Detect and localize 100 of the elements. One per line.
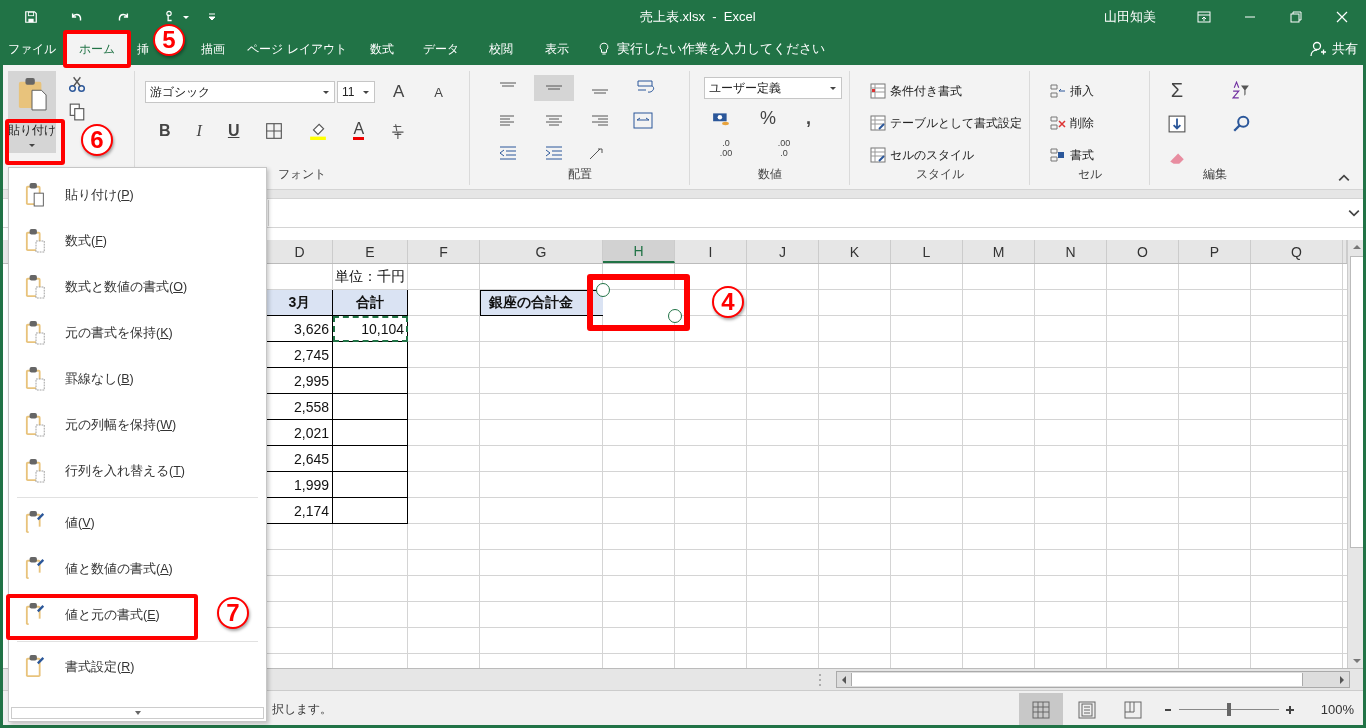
column-header[interactable]: K (819, 240, 891, 263)
empty-cell (1107, 446, 1179, 472)
increase-decimal-button[interactable]: .0 .00 (712, 138, 740, 158)
column-header[interactable]: M (963, 240, 1035, 263)
menu-item[interactable]: 数式(F) (65, 232, 107, 250)
autosum-button[interactable]: Σ (1168, 78, 1186, 102)
column-header[interactable]: J (747, 240, 819, 263)
shrink-font-button[interactable]: A (434, 84, 443, 100)
fill-color-icon[interactable] (309, 121, 328, 140)
caret-icon[interactable] (133, 710, 142, 716)
cells-icon (1050, 147, 1066, 163)
copy-icon[interactable] (68, 103, 86, 121)
ribbon-tab[interactable]: ファイル (0, 33, 64, 65)
save-icon[interactable] (24, 9, 38, 24)
empty-cell (1035, 290, 1107, 316)
restore-icon[interactable] (1288, 8, 1304, 25)
menu-item[interactable]: 値と数値の書式(A) (65, 560, 173, 578)
empty-cell (891, 602, 963, 628)
column-header[interactable]: I (675, 240, 747, 263)
caret-icon[interactable] (362, 88, 370, 96)
font-color-button[interactable]: A (353, 121, 365, 140)
font-name-field[interactable]: 游ゴシック (145, 81, 335, 103)
column-header[interactable]: Q (1251, 240, 1343, 263)
borders-icon[interactable] (265, 121, 284, 140)
menu-item[interactable]: 書式設定(R) (65, 658, 135, 676)
ribbon-tab[interactable]: 表示 (533, 33, 581, 65)
empty-cell (747, 446, 819, 472)
cells-button[interactable]: 削除 (1050, 111, 1149, 135)
menu-item[interactable]: 値(V) (65, 514, 95, 532)
menu-item[interactable]: 値と元の書式(E) (65, 606, 160, 624)
selection-handle[interactable] (668, 309, 682, 323)
paste-icon[interactable] (8, 71, 56, 117)
ribbon-tab[interactable]: ページ レイアウト (246, 33, 348, 65)
slider-thumb[interactable] (1226, 702, 1231, 716)
caret-icon[interactable] (322, 88, 330, 96)
empty-cell (891, 472, 963, 498)
menu-item[interactable]: 罫線なし(B) (65, 370, 134, 388)
view-button[interactable] (1018, 692, 1063, 727)
fill-down-icon[interactable] (1168, 115, 1186, 133)
column-header[interactable]: E (333, 240, 408, 263)
styles-button[interactable]: セルのスタイル (870, 143, 1029, 167)
comma-button[interactable]: , (806, 108, 812, 129)
clipboard-icon (25, 654, 47, 680)
empty-cell (675, 602, 747, 628)
empty-cell (408, 316, 480, 342)
collapse-ribbon-icon[interactable] (1338, 173, 1350, 183)
menu-item[interactable]: 元の列幅を保持(W) (65, 416, 177, 434)
user-name[interactable]: 山田知美 (1104, 7, 1156, 26)
empty-cell (963, 524, 1035, 550)
ribbon-tab[interactable]: データ (413, 33, 469, 65)
cells-button[interactable]: 書式 (1050, 143, 1149, 167)
zoom-level[interactable]: 100% (1320, 702, 1354, 717)
caret-icon[interactable] (829, 84, 837, 92)
bold-button[interactable]: B (159, 121, 171, 140)
clipboard-icon (25, 458, 47, 484)
decrease-decimal-button[interactable]: .00 .0 (770, 138, 798, 158)
grow-font-button[interactable]: A (393, 82, 405, 102)
column-header[interactable]: L (891, 240, 963, 263)
menu-scroll-bar[interactable] (11, 707, 264, 719)
cells-button[interactable]: 挿入 (1050, 79, 1149, 103)
tell-me-field[interactable]: 実行したい作業を入力してください (599, 33, 859, 65)
horizontal-scrollbar[interactable] (836, 671, 1350, 688)
selection-handle[interactable] (596, 283, 610, 297)
empty-cell (603, 524, 675, 550)
scissors-icon[interactable] (68, 75, 86, 93)
styles-button[interactable]: 条件付き書式 (870, 79, 1029, 103)
ribbon-tab[interactable]: 校閲 (477, 33, 525, 65)
empty-cell (1179, 264, 1251, 290)
underline-button[interactable]: U (227, 121, 240, 140)
column-header[interactable]: F (408, 240, 480, 263)
zoom-in-icon[interactable] (1284, 704, 1295, 715)
empty-cell (603, 368, 675, 394)
font-size-field[interactable]: 11 (337, 81, 375, 103)
ribbon-display-icon[interactable] (1196, 8, 1212, 25)
menu-item[interactable]: 行列を入れ替える(T) (65, 462, 185, 480)
number-format-field[interactable]: ユーザー定義 (704, 77, 842, 99)
ribbon-tab[interactable]: 挿 (131, 33, 155, 65)
column-header[interactable]: H (603, 240, 675, 263)
empty-cell (1179, 498, 1251, 524)
empty-cell (675, 394, 747, 420)
ribbon-tab[interactable]: ホーム (67, 33, 127, 65)
ribbon-tab[interactable]: 数式 (358, 33, 406, 65)
ribbon-tab[interactable]: 描画 (190, 33, 236, 65)
column-header[interactable]: O (1107, 240, 1179, 263)
percent-button[interactable]: % (760, 108, 776, 129)
italic-button[interactable]: I (196, 121, 202, 140)
scrollbar-thumb[interactable] (851, 673, 1303, 686)
customize-icon[interactable] (208, 12, 216, 21)
group-label: 編集 (1202, 166, 1228, 183)
menu-item[interactable]: 数式と数値の書式(O) (65, 278, 188, 296)
sort-filter-icon[interactable] (1232, 81, 1250, 99)
column-header[interactable]: N (1035, 240, 1107, 263)
menu-item[interactable]: 元の書式を保持(K) (65, 324, 173, 342)
styles-button[interactable]: テーブルとして書式設定 (870, 111, 1029, 135)
column-header[interactable]: P (1179, 240, 1251, 263)
menu-item[interactable]: 貼り付け(P) (65, 186, 134, 204)
scrollbar-thumb[interactable] (1350, 256, 1364, 548)
expand-icon[interactable] (1348, 208, 1360, 218)
search-icon[interactable] (1232, 115, 1250, 133)
share-button[interactable]: 共有 (1310, 33, 1358, 65)
